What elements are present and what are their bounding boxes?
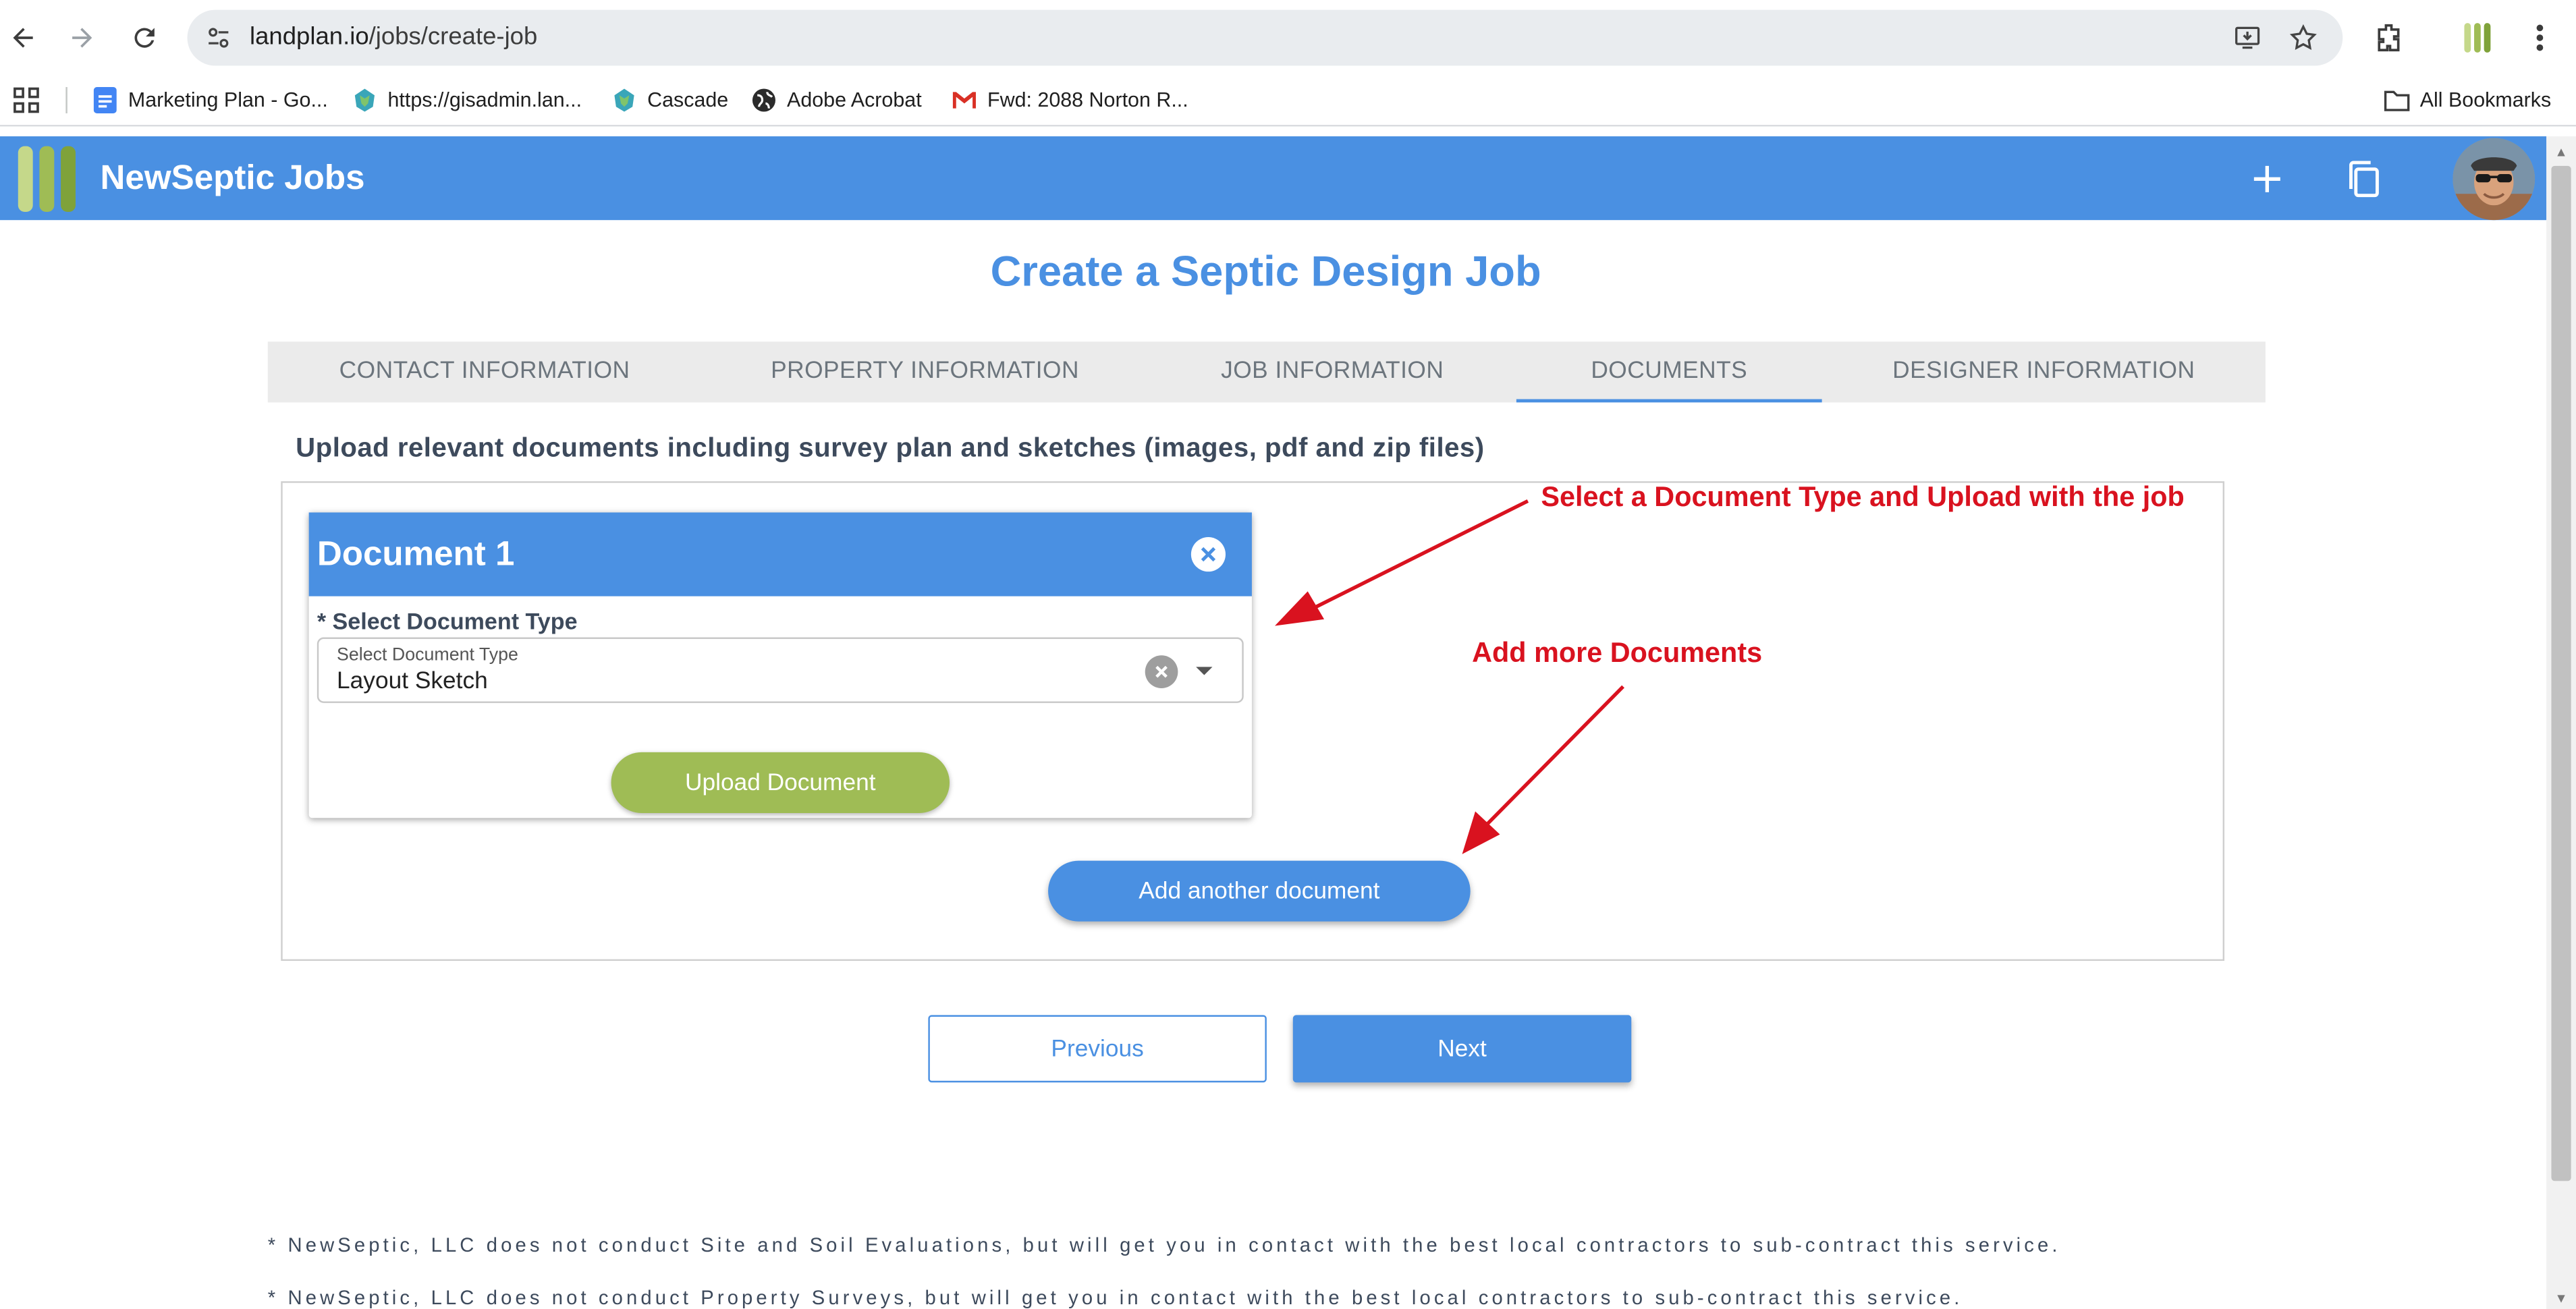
document-type-select[interactable]: Select Document Type Layout Sketch [317, 637, 1244, 703]
logo-bar [39, 146, 55, 213]
next-button[interactable]: Next [1292, 1015, 1632, 1083]
world-icon [750, 87, 777, 113]
bookmark-label: Marketing Plan - Go... [128, 88, 328, 112]
chevron-down-icon[interactable] [1195, 661, 1214, 680]
avatar[interactable] [2452, 138, 2536, 221]
tab-designer-information[interactable]: DESIGNER INFORMATION [1822, 341, 2266, 402]
bookmark-item[interactable]: Marketing Plan - Go... [92, 86, 328, 115]
tab-job-information[interactable]: JOB INFORMATION [1149, 341, 1516, 402]
bookmark-label: Cascade [647, 88, 729, 112]
globe-map-icon [611, 87, 638, 113]
site-settings-icon[interactable] [204, 23, 234, 53]
gmail-icon [951, 87, 977, 113]
bookmark-star-icon[interactable] [2289, 23, 2318, 53]
bookmarks-divider [65, 87, 67, 113]
page-title: Create a Septic Design Job [990, 246, 1541, 296]
extensions-icon[interactable] [2371, 20, 2407, 56]
forward-icon[interactable] [63, 18, 102, 57]
bookmark-label: Fwd: 2088 Norton R... [987, 88, 1188, 112]
install-app-icon[interactable] [2232, 23, 2262, 53]
remove-document-button[interactable] [1190, 537, 1226, 572]
browser-toolbar: landplan.io/jobs/create-job [0, 0, 2576, 76]
scroll-down-icon[interactable]: ▼ [2553, 1289, 2569, 1306]
logo-bar [18, 146, 33, 213]
annotation-add-note: Add more Documents [1472, 637, 1763, 669]
reload-icon[interactable] [125, 18, 164, 57]
app-logo[interactable] [18, 146, 78, 213]
select-floating-label: Select Document Type [337, 645, 518, 665]
annotation-upload-note: Select a Document Type and Upload with t… [1541, 481, 2185, 513]
back-icon[interactable] [3, 18, 43, 57]
address-bar[interactable]: landplan.io/jobs/create-job [187, 9, 2343, 66]
add-another-document-button[interactable]: Add another document [1048, 860, 1471, 922]
scroll-thumb[interactable] [2551, 165, 2571, 1181]
document-title: Document 1 [317, 535, 515, 574]
select-value: Layout Sketch [337, 668, 488, 695]
add-job-icon[interactable] [2244, 156, 2290, 202]
globe-map-icon [352, 87, 378, 113]
bookmark-item[interactable]: https://gisadmin.lan... [352, 86, 582, 115]
url-text: landplan.io/jobs/create-job [250, 23, 538, 51]
close-icon [1201, 547, 1216, 562]
bookmark-label: Adobe Acrobat [787, 88, 922, 112]
scroll-up-icon[interactable]: ▲ [2553, 143, 2569, 159]
footnote-soil-evaluations: * NewSeptic, LLC does not conduct Site a… [267, 1233, 2061, 1257]
all-bookmarks[interactable]: All Bookmarks [2384, 86, 2551, 115]
tab-documents[interactable]: DOCUMENTS [1516, 341, 1822, 403]
copy-icon[interactable] [2341, 156, 2387, 202]
document-type-label: * Select Document Type [317, 607, 578, 634]
menu-kebab-icon[interactable] [2522, 20, 2558, 56]
tab-contact-information[interactable]: CONTACT INFORMATION [268, 341, 702, 402]
app-header: NewSeptic Jobs [0, 136, 2547, 221]
upload-document-button[interactable]: Upload Document [611, 752, 950, 813]
bookmark-item[interactable]: Cascade [611, 86, 729, 115]
all-bookmarks-label: All Bookmarks [2419, 88, 2552, 112]
app-title: NewSeptic Jobs [100, 159, 365, 198]
bookmarks-bar: Marketing Plan - Go... https://gisadmin.… [0, 75, 2576, 127]
bookmark-item[interactable]: Adobe Acrobat [750, 86, 922, 115]
page-scrollbar[interactable]: ▲ ▼ [2546, 136, 2576, 1309]
step-tabs: CONTACT INFORMATION PROPERTY INFORMATION… [267, 341, 2266, 403]
bookmark-item[interactable]: Fwd: 2088 Norton R... [951, 86, 1188, 115]
previous-button[interactable]: Previous [928, 1015, 1267, 1083]
document-card-header: Document 1 [308, 512, 1252, 596]
bookmark-label: https://gisadmin.lan... [387, 88, 582, 112]
document-card: Document 1 * Select Document Type Select… [308, 512, 1252, 818]
landplan-extension-icon[interactable] [2459, 20, 2496, 56]
apps-grid-icon[interactable] [13, 86, 39, 115]
clear-selection-icon[interactable] [1145, 655, 1178, 688]
footnote-property-surveys: * NewSeptic, LLC does not conduct Proper… [267, 1286, 1963, 1309]
tab-property-information[interactable]: PROPERTY INFORMATION [701, 341, 1148, 402]
logo-bar [61, 146, 76, 213]
upload-instructions: Upload relevant documents including surv… [296, 433, 1485, 464]
google-docs-icon [92, 87, 118, 113]
folder-icon [2384, 87, 2410, 113]
